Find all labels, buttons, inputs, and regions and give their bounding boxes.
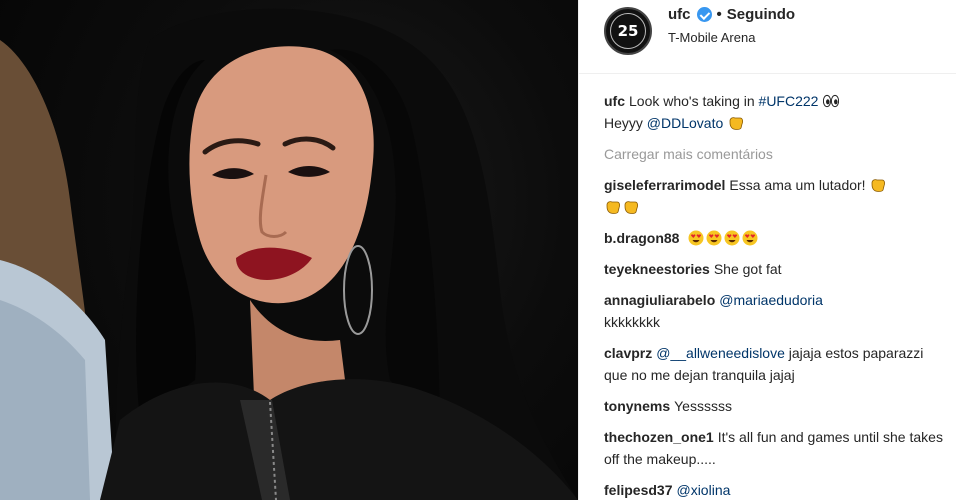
comment-username[interactable]: teyekneestories xyxy=(604,261,710,277)
comment-item: b.dragon88 xyxy=(604,227,949,249)
comment-mention-link[interactable]: @xiolina xyxy=(676,482,730,498)
caption-text: Look who's taking in xyxy=(629,93,759,109)
comment-item: annagiuliarabelo @mariaedudoria kkkkkkkk xyxy=(604,289,949,333)
comment-username[interactable]: b.dragon88 xyxy=(604,230,679,246)
comment-item: giseleferrarimodel Essa ama um lutador! xyxy=(604,174,949,218)
fist-emoji-icon xyxy=(729,117,744,130)
caption-username[interactable]: ufc xyxy=(604,93,625,109)
post-photo[interactable] xyxy=(0,0,578,500)
comments-list: ufc Look who's taking in #UFC222 Heyyy @D… xyxy=(604,90,949,500)
caption: ufc Look who's taking in #UFC222 Heyyy @D… xyxy=(604,90,949,134)
comment-username[interactable]: giseleferrarimodel xyxy=(604,177,725,193)
post-side-panel: 25 ufc • Seguindo T-Mobile Arena ufc Look… xyxy=(578,0,956,500)
comment-item: thechozen_one1 It's all fun and games unt… xyxy=(604,426,949,470)
avatar-ring xyxy=(610,13,646,49)
header-user-line: ufc • Seguindo xyxy=(668,6,795,23)
comment-item: tonynems Yessssss xyxy=(604,395,949,417)
verified-badge-icon xyxy=(696,7,712,22)
comment-text: Essa ama um lutador! xyxy=(729,177,866,193)
portrait-illustration xyxy=(0,8,578,500)
avatar[interactable]: 25 xyxy=(604,7,652,55)
comment-mention-link[interactable]: @__allweneedislove xyxy=(656,345,785,361)
comment-item: teyekneestories She got fat xyxy=(604,258,949,280)
comment-mention-link[interactable]: @mariaedudoria xyxy=(719,292,823,308)
comment-username[interactable]: thechozen_one1 xyxy=(604,429,714,445)
header-username[interactable]: ufc xyxy=(668,6,691,23)
comment-username[interactable]: tonynems xyxy=(604,398,670,414)
comment-text: kkkkkkkk xyxy=(604,314,660,330)
heart-eyes-emoji-icon xyxy=(742,230,758,246)
caption-line2: Heyyy xyxy=(604,115,647,131)
comment-text: Yessssss xyxy=(674,398,732,414)
mention-link[interactable]: @DDLovato xyxy=(647,115,723,131)
following-button[interactable]: Seguindo xyxy=(727,6,795,23)
hashtag-link[interactable]: #UFC222 xyxy=(759,93,819,109)
comment-username[interactable]: clavprz xyxy=(604,345,652,361)
comment-username[interactable]: annagiuliarabelo xyxy=(604,292,715,308)
fist-emoji-icon xyxy=(624,201,638,214)
fist-emoji-icon xyxy=(872,179,886,192)
load-more-comments-button[interactable]: Carregar mais comentários xyxy=(604,143,949,165)
comment-text: She got fat xyxy=(713,261,782,277)
comment-item: felipesd37 @xiolina xyxy=(604,479,949,500)
heart-eyes-emoji-icon xyxy=(724,230,740,246)
post-header: 25 ufc • Seguindo T-Mobile Arena xyxy=(579,0,956,74)
eyes-emoji-icon xyxy=(823,94,840,108)
heart-eyes-emoji-icon xyxy=(706,230,722,246)
heart-eyes-emoji-icon xyxy=(688,230,704,246)
header-separator: • xyxy=(716,6,722,23)
location-link[interactable]: T-Mobile Arena xyxy=(668,30,755,45)
comment-username[interactable]: felipesd37 xyxy=(604,482,672,498)
comment-item: clavprz @__allweneedislove jajaja estos p… xyxy=(604,342,949,386)
fist-emoji-icon xyxy=(606,201,620,214)
